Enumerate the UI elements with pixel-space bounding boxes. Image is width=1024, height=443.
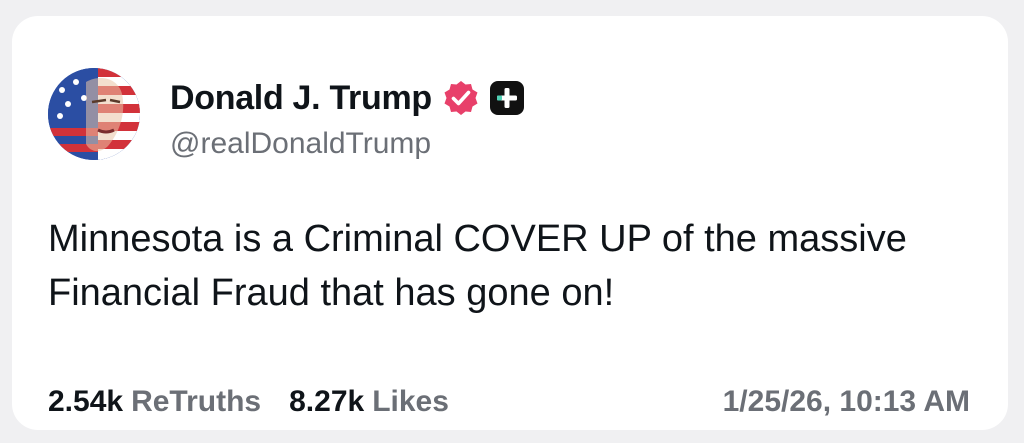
likes-stat[interactable]: 8.27k Likes xyxy=(289,384,449,420)
avatar[interactable] xyxy=(48,68,140,160)
post-stats: 2.54k ReTruths 8.27k Likes xyxy=(48,384,449,420)
likes-label: Likes xyxy=(372,385,449,418)
post-card: Donald J. Trump @realDonaldTrump Minneso… xyxy=(12,16,1008,430)
author-display-name[interactable]: Donald J. Trump xyxy=(170,78,432,118)
verified-badge-icon xyxy=(442,79,480,117)
retruths-label: ReTruths xyxy=(131,385,262,418)
post-timestamp[interactable]: 1/25/26, 10:13 AM xyxy=(723,384,970,420)
author-name-row: Donald J. Trump xyxy=(170,78,524,118)
likes-count: 8.27k xyxy=(289,385,365,418)
retruths-stat[interactable]: 2.54k ReTruths xyxy=(48,384,261,420)
author-handle[interactable]: @realDonaldTrump xyxy=(170,126,431,162)
plus-badge-icon xyxy=(489,81,524,115)
avatar-image xyxy=(48,68,140,160)
post-text: Minnesota is a Criminal COVER UP of the … xyxy=(48,218,907,314)
retruths-count: 2.54k xyxy=(48,385,124,418)
